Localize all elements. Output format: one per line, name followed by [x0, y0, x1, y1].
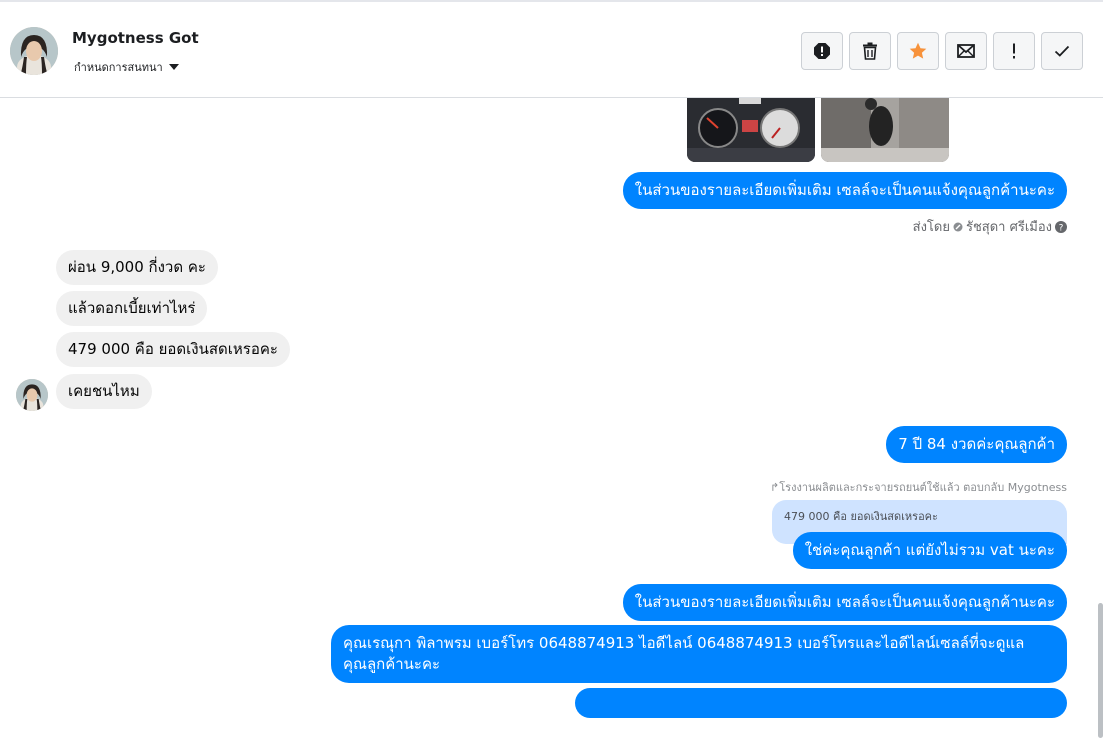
chat-scrollbar[interactable]	[1098, 98, 1103, 738]
incoming-message[interactable]: ผ่อน 9,000 กี่งวด คะ	[56, 250, 218, 285]
report-spam-button[interactable]	[801, 32, 843, 70]
conversation-label-dropdown[interactable]: กำหนดการสนทนา	[74, 58, 179, 76]
follow-up-button[interactable]	[993, 32, 1035, 70]
dashboard-photo[interactable]	[687, 98, 815, 162]
reply-arrow-icon: ↱	[770, 481, 780, 494]
exclamation-icon	[1013, 43, 1015, 59]
help-icon[interactable]: ?	[1055, 220, 1067, 233]
reply-note-text: โรงงานผลิตและกระจายรถยนต์ใช้แล้ว ตอบกลับ…	[779, 481, 1067, 494]
mark-done-button[interactable]	[1041, 32, 1083, 70]
star-icon	[909, 42, 927, 59]
incoming-message[interactable]: แล้วดอกเบี้ยเท่าไหร่	[56, 291, 208, 326]
sent-by-name[interactable]: รัชสุดา ศรีเมือง	[966, 216, 1052, 237]
mark-unread-button[interactable]	[945, 32, 987, 70]
sent-by-label: ส่งโดย	[912, 220, 950, 235]
message-line: คุณเรณุกา พิลาพรม เบอร์โทร 0648874913 ไอ…	[343, 634, 1025, 652]
outgoing-message[interactable]: ใช่ค่ะคุณลูกค้า แต่ยังไม่รวม vat นะคะ	[792, 532, 1067, 569]
caret-down-icon	[168, 64, 179, 70]
outgoing-message-partial[interactable]	[575, 688, 1067, 718]
gear-shift-photo[interactable]	[821, 98, 949, 162]
incoming-message[interactable]: เคยชนไหม	[56, 374, 152, 409]
contact-avatar[interactable]	[10, 27, 58, 75]
conversation-header: Mygotness Got กำหนดการสนทนา	[0, 2, 1103, 98]
star-button[interactable]	[897, 32, 939, 70]
incoming-message[interactable]: 479 000 คือ ยอดเงินสดเหรอคะ	[56, 332, 290, 367]
conversation-label-text: กำหนดการสนทนา	[74, 61, 163, 74]
contact-name[interactable]: Mygotness Got	[72, 29, 199, 47]
envelope-icon	[957, 44, 975, 58]
sent-by-info: ส่งโดย รัชสุดา ศรีเมือง ?	[913, 216, 1067, 237]
conversation-actions	[801, 32, 1083, 70]
outgoing-message[interactable]: ในส่วนของรายละเอียดเพิ่มเติม เซลล์จะเป็น…	[622, 584, 1067, 621]
photo-attachments	[687, 98, 949, 162]
check-icon	[1054, 45, 1070, 57]
trash-icon	[863, 42, 877, 60]
alert-octagon-icon	[814, 43, 830, 59]
outgoing-message[interactable]: คุณเรณุกา พิลาพรม เบอร์โทร 0648874913 ไอ…	[331, 625, 1067, 683]
agent-badge-icon	[953, 222, 963, 231]
reply-context: ↱โรงงานผลิตและกระจายรถยนต์ใช้แล้ว ตอบกลั…	[770, 478, 1067, 496]
svg-text:?: ?	[1059, 223, 1064, 233]
message-line: คุณลูกค้านะคะ	[343, 655, 441, 673]
sender-avatar	[16, 379, 48, 411]
outgoing-message[interactable]: 7 ปี 84 งวดค่ะคุณลูกค้า	[886, 426, 1067, 463]
outgoing-message[interactable]: ในส่วนของรายละเอียดเพิ่มเติม เซลล์จะเป็น…	[622, 172, 1067, 209]
delete-button[interactable]	[849, 32, 891, 70]
scrollbar-thumb[interactable]	[1098, 603, 1103, 738]
